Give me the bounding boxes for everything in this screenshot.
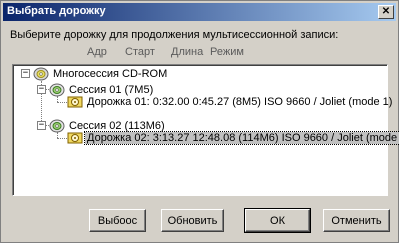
refresh-button[interactable]: Обновить: [161, 209, 224, 232]
tree-track-1[interactable]: Дорожка 01: 0:32.00 0:45.27 (8М5) ISO 96…: [67, 94, 394, 110]
tree-root-node[interactable]: Многосессия CD-ROM: [33, 66, 169, 82]
reset-button[interactable]: Выбоос: [89, 209, 146, 232]
tree-root-label: Многосессия CD-ROM: [53, 68, 168, 80]
session-2-expander[interactable]: −: [37, 121, 46, 130]
cancel-button[interactable]: Отменить: [323, 209, 390, 232]
root-expander[interactable]: −: [21, 69, 30, 78]
session-disc-icon: [49, 83, 65, 97]
prompt-text: Выберите дорожку для продолжения мультис…: [10, 29, 339, 41]
session-1-expander[interactable]: −: [37, 85, 46, 94]
column-header-start[interactable]: Старт: [125, 46, 155, 58]
disc-icon: [33, 67, 49, 81]
close-icon: ✕: [381, 6, 391, 17]
track-icon: [67, 96, 83, 108]
track-1-label: Дорожка 01: 0:32.00 0:45.27 (8М5) ISO 96…: [87, 96, 393, 108]
title-bar[interactable]: Выбрать дорожку ✕: [3, 3, 396, 21]
tree-connector: [57, 138, 67, 139]
ok-button[interactable]: ОК: [244, 208, 311, 233]
dialog-window: Выбрать дорожку ✕ Выберите дорожку для п…: [0, 0, 399, 243]
tree-connector: [57, 102, 67, 103]
session-disc-icon: [49, 119, 65, 133]
close-button[interactable]: ✕: [378, 5, 394, 19]
tree-track-2[interactable]: Дорожка 02: 3:13.27 12:48.08 (114М6) ISO…: [67, 130, 399, 146]
window-title: Выбрать дорожку: [7, 5, 106, 17]
column-header-address[interactable]: Адр: [87, 46, 107, 58]
column-header-mode[interactable]: Режим: [210, 46, 244, 58]
column-header-length[interactable]: Длина: [171, 46, 203, 58]
track-2-label: Дорожка 02: 3:13.27 12:48.08 (114М6) ISO…: [84, 131, 399, 145]
track-icon: [67, 132, 83, 144]
track-tree[interactable]: − Многосессия CD-ROM − Сессия 01 (7М5) Д…: [12, 64, 399, 196]
